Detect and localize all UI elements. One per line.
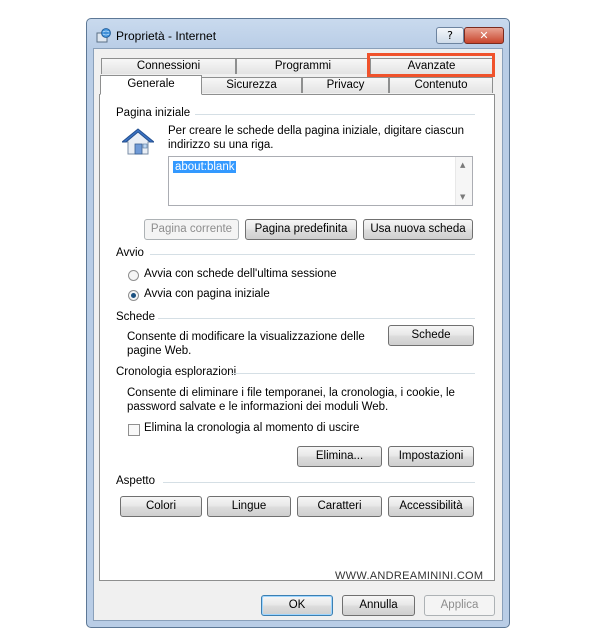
- radio-home-page[interactable]: [128, 290, 139, 301]
- current-page-button[interactable]: Pagina corrente: [144, 219, 239, 240]
- delete-history-button[interactable]: Elimina...: [297, 446, 382, 467]
- tab-contenuto[interactable]: Contenuto: [389, 77, 493, 93]
- scroll-up-icon[interactable]: ▲: [460, 161, 465, 169]
- home-icon: [120, 128, 156, 156]
- group-divider: [195, 114, 475, 115]
- default-page-button[interactable]: Pagina predefinita: [245, 219, 357, 240]
- fonts-button[interactable]: Caratteri: [297, 496, 382, 517]
- group-label-startup: Avvio: [116, 247, 144, 259]
- window-title: Proprietà - Internet: [116, 29, 217, 43]
- group-label-homepage: Pagina iniziale: [116, 107, 191, 119]
- tab-avanzate-highlight: [367, 53, 495, 77]
- delete-history-on-exit-label[interactable]: Elimina la cronologia al momento di usci…: [144, 422, 359, 434]
- homepage-description-line2: indirizzo su una riga.: [168, 139, 274, 151]
- languages-button[interactable]: Lingue: [207, 496, 291, 517]
- history-description-line1: Consente di eliminare i file temporanei,…: [127, 387, 455, 399]
- radio-last-session[interactable]: [128, 270, 139, 281]
- new-tab-page-button[interactable]: Usa nuova scheda: [363, 219, 473, 240]
- tabs-settings-button[interactable]: Schede: [388, 325, 474, 346]
- tab-generale[interactable]: Generale: [100, 75, 202, 95]
- tab-privacy[interactable]: Privacy: [302, 77, 389, 93]
- accessibility-button[interactable]: Accessibilità: [388, 496, 474, 517]
- tab-sicurezza[interactable]: Sicurezza: [201, 77, 302, 93]
- ok-button[interactable]: OK: [261, 595, 333, 616]
- group-label-history: Cronologia esplorazioni: [116, 366, 237, 378]
- group-divider: [232, 373, 475, 374]
- group-divider: [158, 318, 475, 319]
- colors-button[interactable]: Colori: [120, 496, 202, 517]
- tab-connessioni[interactable]: Connessioni: [101, 58, 236, 74]
- radio-last-session-label[interactable]: Avvia con schede dell'ultima sessione: [144, 268, 336, 280]
- homepage-description-line1: Per creare le schede della pagina inizia…: [168, 125, 464, 137]
- textarea-scrollbar[interactable]: ▲ ▼: [455, 157, 472, 205]
- history-settings-button[interactable]: Impostazioni: [388, 446, 474, 467]
- history-description-line2: password salvate e le informazioni dei m…: [127, 401, 389, 413]
- internet-options-icon: [96, 28, 112, 44]
- tab-programmi[interactable]: Programmi: [236, 58, 370, 74]
- close-button[interactable]: ✕: [464, 27, 504, 44]
- watermark-text: WWW.ANDREAMININI.COM: [335, 570, 484, 582]
- delete-history-on-exit-checkbox[interactable]: [128, 424, 140, 436]
- group-divider: [150, 254, 475, 255]
- group-divider: [163, 482, 475, 483]
- tabs-description-line2: pagine Web.: [127, 345, 192, 357]
- group-label-tabs: Schede: [116, 311, 156, 323]
- help-button[interactable]: ?: [436, 27, 464, 44]
- homepage-textarea[interactable]: about:blank ▲ ▼: [168, 156, 473, 206]
- radio-home-page-label[interactable]: Avvia con pagina iniziale: [144, 288, 270, 300]
- scroll-down-icon[interactable]: ▼: [460, 193, 465, 201]
- group-label-appearance: Aspetto: [116, 475, 155, 487]
- cancel-button[interactable]: Annulla: [342, 595, 415, 616]
- tabs-description-line1: Consente di modificare la visualizzazion…: [127, 331, 365, 343]
- apply-button[interactable]: Applica: [424, 595, 495, 616]
- homepage-url-value: about:blank: [173, 161, 237, 173]
